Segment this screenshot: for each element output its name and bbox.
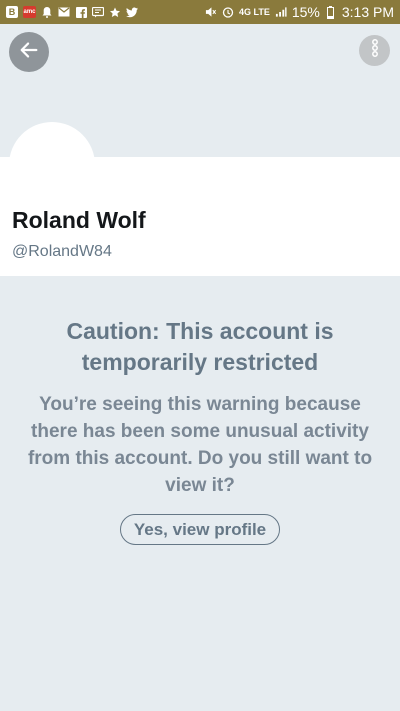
facebook-icon <box>75 6 87 18</box>
warning-message: You’re seeing this warning because there… <box>27 394 373 496</box>
amc-app-icon: amc <box>23 6 36 18</box>
more-vertical-icon <box>371 38 379 63</box>
profile-name: Roland Wolf <box>12 207 146 233</box>
signal-icon <box>275 6 287 18</box>
b-app-icon: B <box>6 6 18 18</box>
mute-icon <box>205 6 217 18</box>
bell-icon <box>41 6 53 18</box>
gmail-icon <box>58 6 70 18</box>
back-button[interactable] <box>9 32 49 72</box>
profile-card: Roland Wolf @RolandW84 <box>0 157 400 276</box>
warning-title: Caution: This account is temporarily res… <box>66 318 334 375</box>
battery-icon <box>325 5 337 19</box>
clock: 3:13 PM <box>341 4 394 20</box>
battery-percent: 15% <box>291 4 320 20</box>
system-icons: 4G LTE 15% 3:13 PM <box>205 0 394 24</box>
more-options-button[interactable] <box>359 35 390 66</box>
notification-icons: B amc <box>6 0 138 24</box>
status-bar: B amc 4G LTE 15% 3:13 PM <box>0 0 400 24</box>
network-type-label: 4G LTE <box>238 7 270 17</box>
twitter-icon <box>126 6 138 18</box>
profile-handle: @RolandW84 <box>12 243 112 260</box>
restricted-account-warning: Caution: This account is temporarily res… <box>0 276 400 711</box>
messages-icon <box>92 6 104 18</box>
star-icon <box>109 6 121 18</box>
view-profile-button[interactable]: Yes, view profile <box>120 514 280 545</box>
alarm-icon <box>222 6 234 18</box>
arrow-left-icon <box>18 39 40 66</box>
